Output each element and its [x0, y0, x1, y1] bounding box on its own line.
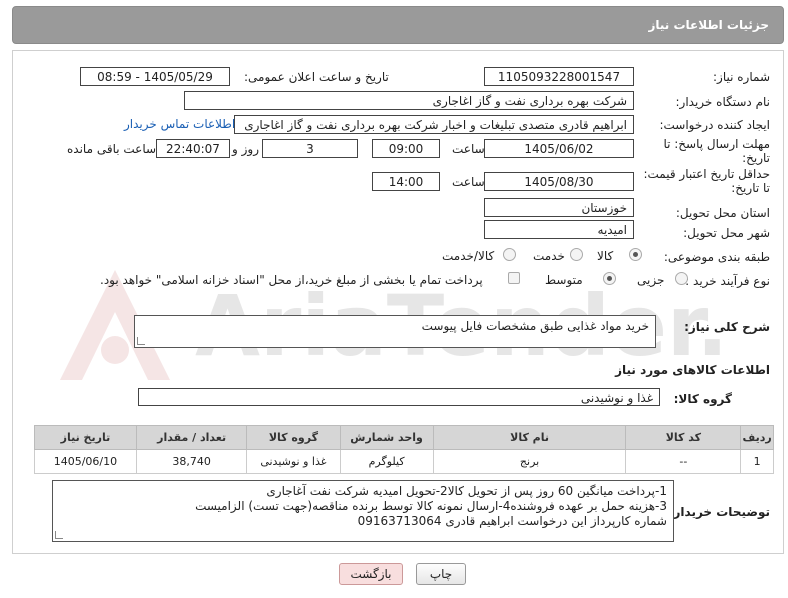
cell-unit: کیلوگرم [339, 449, 434, 474]
price-time-field: 14:00 [372, 172, 440, 191]
buyer-org-field: شرکت بهره برداری نفت و گاز اغاجاری [184, 91, 634, 110]
announce-field: 1405/05/29 - 08:59 [80, 67, 230, 86]
category-option-both: کالا/خدمت [442, 249, 495, 263]
col-header-quantity: تعداد / مقدار [135, 425, 248, 450]
col-header-name: نام کالا [432, 425, 627, 450]
col-header-row-num: ردیف [740, 425, 774, 450]
contact-info-link[interactable]: اطلاعات تماس خریدار [124, 117, 235, 131]
price-validity-label-2: تا تاریخ: [731, 181, 770, 195]
buyer-note-line: شماره کارپرداز این درخواست ابراهیم قادری… [357, 514, 667, 528]
remaining-label: ساعت باقی مانده [67, 142, 157, 156]
desc-text: خرید مواد غذایی طبق مشخصات فایل پیوست [421, 319, 649, 333]
buyer-note-line: 3-هزینه حمل بر عهده فروشنده4-ارسال نمونه… [195, 499, 667, 513]
category-option-goods: کالا [597, 249, 614, 263]
buyer-notes-textarea[interactable]: 1-پرداخت میانگین 60 روز پس از تحویل کالا… [52, 480, 674, 542]
price-date-field: 1405/08/30 [484, 172, 634, 191]
process-option-medium: متوسط [545, 273, 583, 287]
cell-row-num: 1 [740, 449, 774, 474]
province-field: خوزستان [484, 198, 634, 217]
desc-label: شرح کلی نیاز: [684, 320, 770, 334]
col-header-code: کد کالا [625, 425, 742, 450]
col-header-date: تاریخ نیاز [34, 425, 137, 450]
deadline-time-field: 09:00 [372, 139, 440, 158]
creator-field: ابراهیم قادری متصدی تبلیغات و اخبار شرکت… [234, 115, 634, 134]
resize-handle[interactable] [55, 531, 63, 539]
deadline-label-2: تاریخ: [742, 151, 770, 165]
category-radio-goods[interactable] [629, 248, 642, 261]
buyer-note-line: 1-پرداخت میانگین 60 روز پس از تحویل کالا… [266, 484, 667, 498]
price-validity-label: حداقل تاریخ اعتبار قیمت: [643, 167, 770, 181]
cell-quantity: 38,740 [135, 449, 248, 474]
resize-handle[interactable] [137, 337, 145, 345]
deadline-label: مهلت ارسال پاسخ: تا [663, 137, 770, 151]
col-header-unit: واحد شمارش [339, 425, 434, 450]
treasury-checkbox[interactable] [508, 272, 520, 284]
goods-group-label: گروه کالا: [673, 392, 732, 406]
cell-name: برنج [432, 449, 627, 474]
table-row: 1 -- برنج کیلوگرم غذا و نوشیدنی 38,740 1… [34, 449, 774, 474]
creator-label: ایجاد کننده درخواست: [659, 118, 770, 132]
deadline-time-label: ساعت [452, 142, 485, 156]
category-option-service: خدمت [533, 249, 565, 263]
desc-textarea[interactable]: خرید مواد غذایی طبق مشخصات فایل پیوست [134, 315, 656, 348]
cell-group: غذا و نوشیدنی [246, 449, 341, 474]
deadline-date-field: 1405/06/02 [484, 139, 634, 158]
announce-label: تاریخ و ساعت اعلان عمومی: [244, 70, 389, 84]
process-radio-minor[interactable] [675, 272, 688, 285]
print-button[interactable]: چاپ [416, 563, 466, 585]
buyer-org-label: نام دستگاه خریدار: [675, 95, 771, 109]
treasury-note: پرداخت تمام یا بخشی از مبلغ خرید،از محل … [100, 273, 483, 287]
category-radio-both[interactable] [503, 248, 516, 261]
price-time-label: ساعت [452, 175, 485, 189]
city-label: شهر محل تحویل: [683, 226, 770, 240]
province-label: استان محل تحویل: [675, 206, 770, 220]
category-radio-service[interactable] [570, 248, 583, 261]
days-field: 3 [262, 139, 358, 158]
col-header-group: گروه کالا [246, 425, 341, 450]
page: جزئیات اطلاعات نیاز AriaTender.neT شماره… [0, 0, 788, 598]
cell-date: 1405/06/10 [34, 449, 137, 474]
need-number-field: 1105093228001547 [484, 67, 634, 86]
process-label: نوع فرآیند خرید : [685, 274, 770, 288]
goods-table: ردیف کد کالا نام کالا واحد شمارش گروه کا… [34, 425, 774, 474]
process-option-minor: جزیی [637, 273, 665, 287]
need-number-label: شماره نیاز: [713, 70, 770, 84]
city-field: امیدیه [484, 220, 634, 239]
goods-group-field: غذا و نوشیدنی [138, 388, 660, 406]
buyer-notes-label: توضیحات خریدار: [668, 505, 770, 519]
goods-info-title: اطلاعات کالاهای مورد نیاز [615, 363, 770, 377]
page-title: جزئیات اطلاعات نیاز [648, 18, 769, 32]
cell-code: -- [625, 449, 742, 474]
category-label: طبقه بندی موضوعی: [663, 250, 770, 264]
table-header-row: ردیف کد کالا نام کالا واحد شمارش گروه کا… [34, 425, 774, 450]
header-bar: جزئیات اطلاعات نیاز [12, 6, 784, 44]
back-button[interactable]: بازگشت [339, 563, 403, 585]
remaining-time-field: 22:40:07 [156, 139, 230, 158]
process-radio-medium[interactable] [603, 272, 616, 285]
days-label: روز و [232, 142, 259, 156]
